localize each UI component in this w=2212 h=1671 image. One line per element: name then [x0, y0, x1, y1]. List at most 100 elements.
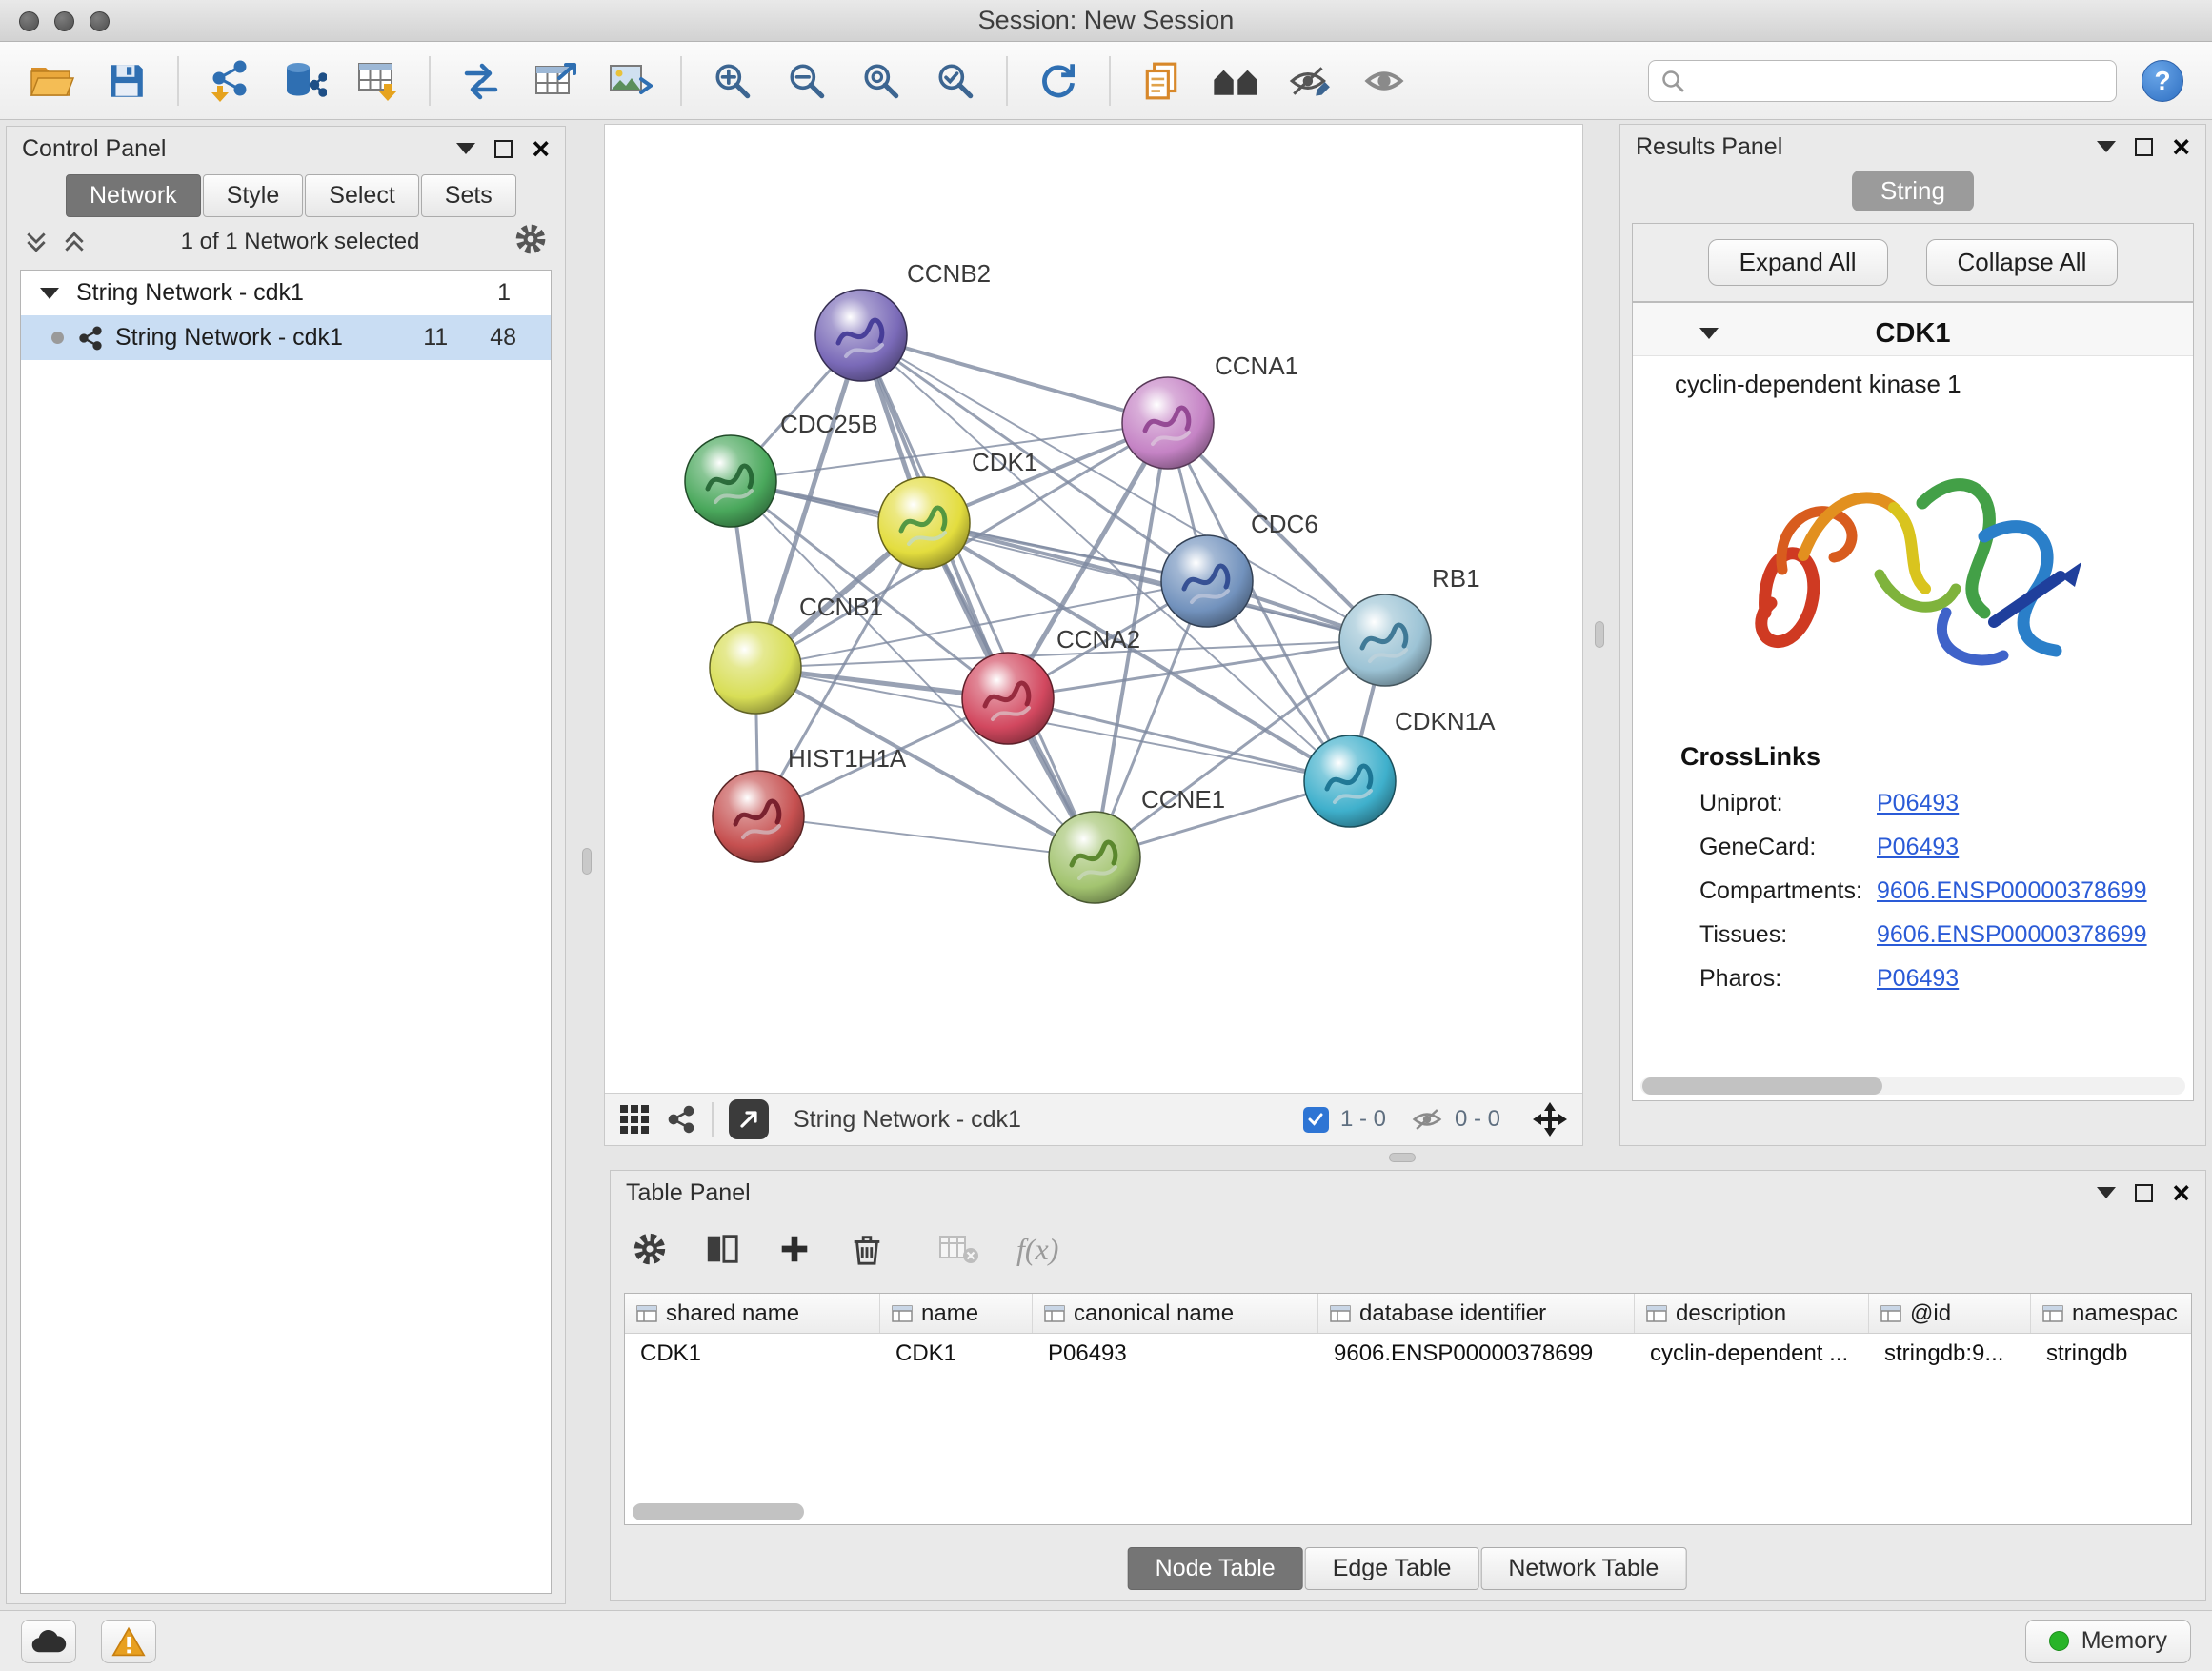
table-cell[interactable]: cyclin-dependent ... — [1635, 1334, 1869, 1374]
table-cell[interactable]: stringdb — [2031, 1334, 2195, 1374]
network-node-CDC25B[interactable] — [685, 435, 776, 527]
tab-edge-table[interactable]: Edge Table — [1305, 1547, 1479, 1590]
hidden-eye-icon[interactable] — [1411, 1105, 1443, 1134]
memory-button[interactable]: Memory — [2025, 1620, 2191, 1663]
expand-all-icon[interactable] — [62, 231, 87, 253]
tab-network-table[interactable]: Network Table — [1480, 1547, 1686, 1590]
annotations-toggle-button[interactable] — [1277, 49, 1342, 113]
network-node-CCNE1[interactable] — [1049, 812, 1140, 903]
selected-nodes-checkbox[interactable] — [1303, 1107, 1329, 1133]
table-cell[interactable]: 9606.ENSP00000378699 — [1318, 1334, 1635, 1374]
new-table-button[interactable] — [523, 49, 588, 113]
crosslink-link[interactable]: P06493 — [1877, 825, 1959, 869]
column-header[interactable]: name — [880, 1294, 1033, 1333]
minimize-window-button[interactable] — [54, 11, 74, 31]
table-cell[interactable]: P06493 — [1033, 1334, 1318, 1374]
network-options-gear-icon[interactable] — [513, 222, 548, 263]
collapse-all-icon[interactable] — [24, 231, 49, 253]
gene-header-row[interactable]: CDK1 — [1633, 303, 2193, 356]
table-add-icon[interactable] — [776, 1231, 813, 1267]
clone-network-button[interactable] — [449, 49, 513, 113]
open-session-button[interactable] — [20, 49, 85, 113]
crosslink-link[interactable]: P06493 — [1877, 956, 1959, 1000]
expand-all-button[interactable]: Expand All — [1708, 239, 1888, 286]
zoom-out-button[interactable] — [774, 49, 839, 113]
close-panel-icon[interactable]: × — [2172, 131, 2190, 162]
zoom-window-button[interactable] — [90, 11, 110, 31]
tab-style[interactable]: Style — [203, 174, 304, 217]
column-header[interactable]: namespac — [2031, 1294, 2195, 1333]
network-view[interactable]: CCNB2CCNA1CDC25BCDK1CDC6RB1CCNB1CCNA2CDK… — [604, 124, 1583, 1146]
panel-menu-icon[interactable] — [2097, 1187, 2116, 1198]
refresh-layout-button[interactable] — [1026, 49, 1091, 113]
table-function-icon[interactable]: f(x) — [1016, 1232, 1058, 1267]
birdseye-view-icon[interactable] — [666, 1104, 696, 1135]
network-node-CDC6[interactable] — [1161, 535, 1253, 627]
network-node-RB1[interactable] — [1339, 594, 1431, 686]
column-header[interactable]: @id — [1869, 1294, 2031, 1333]
table-hscrollbar[interactable] — [631, 1503, 2185, 1520]
tab-sets[interactable]: Sets — [421, 174, 516, 217]
grid-view-icon[interactable] — [618, 1103, 651, 1136]
results-hscrollbar-thumb[interactable] — [1642, 1077, 1882, 1095]
import-network-database-button[interactable] — [271, 49, 336, 113]
float-panel-icon[interactable] — [2135, 1184, 2153, 1202]
network-node-CDK1[interactable] — [878, 477, 970, 569]
float-panel-icon[interactable] — [494, 140, 513, 158]
search-input[interactable] — [1693, 68, 2104, 94]
table-row[interactable]: CDK1 CDK1 P06493 9606.ENSP00000378699 cy… — [625, 1334, 2191, 1374]
network-row[interactable]: String Network - cdk1 11 48 — [21, 315, 551, 360]
crosslink-link[interactable]: P06493 — [1877, 781, 1959, 825]
network-node-HIST1H1A[interactable] — [713, 771, 804, 862]
tab-select[interactable]: Select — [305, 174, 418, 217]
table-cell[interactable]: stringdb:9... — [1869, 1334, 2031, 1374]
close-panel-icon[interactable]: × — [2172, 1178, 2190, 1208]
table-columns-icon[interactable] — [704, 1231, 740, 1267]
table-delete-icon[interactable] — [849, 1231, 885, 1267]
show-details-button[interactable] — [1352, 49, 1417, 113]
column-header[interactable]: database identifier — [1318, 1294, 1635, 1333]
results-hscrollbar[interactable] — [1640, 1077, 2185, 1095]
string-tab[interactable]: String — [1852, 171, 1974, 211]
detach-view-button[interactable] — [729, 1099, 769, 1139]
network-node-CCNA2[interactable] — [962, 653, 1054, 744]
window-controls[interactable] — [19, 11, 110, 31]
network-node-CDKN1A[interactable] — [1304, 735, 1396, 827]
zoom-fit-button[interactable] — [849, 49, 914, 113]
left-splitter-handle[interactable] — [582, 848, 592, 875]
zoom-in-button[interactable] — [700, 49, 765, 113]
column-header[interactable]: canonical name — [1033, 1294, 1318, 1333]
tab-network[interactable]: Network — [66, 174, 201, 217]
network-node-CCNA1[interactable] — [1122, 377, 1214, 469]
import-table-button[interactable] — [346, 49, 411, 113]
table-gear-icon[interactable] — [632, 1231, 668, 1267]
import-network-file-button[interactable] — [197, 49, 262, 113]
crosslink-link[interactable]: 9606.ENSP00000378699 — [1877, 869, 2147, 913]
table-cell[interactable]: CDK1 — [880, 1334, 1033, 1374]
close-window-button[interactable] — [19, 11, 39, 31]
zoom-selected-button[interactable] — [923, 49, 988, 113]
bottom-splitter-handle[interactable] — [1389, 1153, 1416, 1162]
panel-menu-icon[interactable] — [2097, 141, 2116, 152]
panel-menu-icon[interactable] — [456, 143, 475, 154]
gene-collapse-icon[interactable] — [1699, 328, 1719, 339]
float-panel-icon[interactable] — [2135, 138, 2153, 156]
network-svg[interactable]: CCNB2CCNA1CDC25BCDK1CDC6RB1CCNB1CCNA2CDK… — [605, 125, 1582, 1093]
network-node-CCNB2[interactable] — [815, 290, 907, 381]
export-image-button[interactable] — [597, 49, 662, 113]
table-hscrollbar-thumb[interactable] — [633, 1503, 804, 1520]
cloud-button[interactable] — [21, 1620, 76, 1663]
column-header[interactable]: shared name — [625, 1294, 880, 1333]
collapse-all-button[interactable]: Collapse All — [1926, 239, 2119, 286]
network-collection-row[interactable]: String Network - cdk1 1 — [21, 271, 551, 315]
save-session-button[interactable] — [94, 49, 159, 113]
help-button[interactable]: ? — [2142, 60, 2183, 102]
tab-node-table[interactable]: Node Table — [1128, 1547, 1303, 1590]
warnings-button[interactable] — [101, 1620, 156, 1663]
collection-expand-icon[interactable] — [40, 288, 59, 299]
column-header[interactable]: description — [1635, 1294, 1869, 1333]
toolbar-search[interactable] — [1648, 60, 2117, 102]
move-crosshair-icon[interactable] — [1531, 1100, 1569, 1138]
network-node-CCNB1[interactable] — [710, 622, 801, 714]
document-button[interactable] — [1129, 49, 1194, 113]
